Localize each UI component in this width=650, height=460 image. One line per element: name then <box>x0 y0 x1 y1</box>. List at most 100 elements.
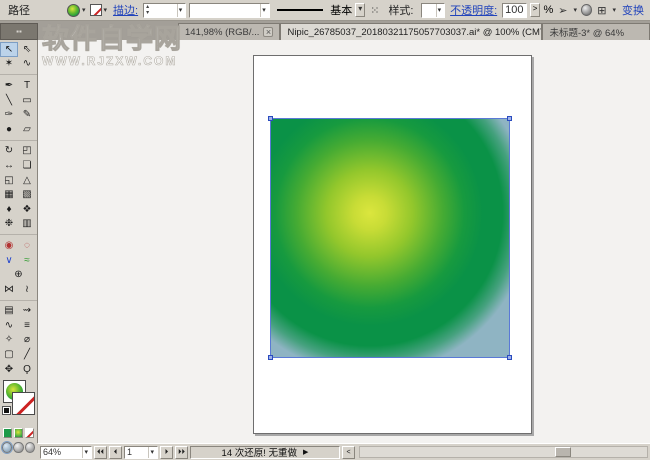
blob-brush-tool[interactable]: ● <box>0 122 18 137</box>
select-similar-icon[interactable]: ➢ <box>558 4 567 17</box>
magic-wand-tool[interactable]: ✶ <box>0 57 18 72</box>
hatch-tool[interactable]: ▤ <box>0 304 18 319</box>
opacity-link[interactable]: 不透明度: <box>450 2 497 18</box>
selection-handle-bottom-left[interactable] <box>268 355 273 360</box>
gradient-button[interactable] <box>14 428 23 438</box>
collapse-button[interactable]: < <box>342 446 355 459</box>
type-tool[interactable]: T <box>18 78 36 93</box>
live-paint-selection-tool[interactable]: ◌ <box>18 238 36 253</box>
lasso-tool[interactable]: ∿ <box>18 57 36 72</box>
width-tool[interactable]: ↔ <box>0 158 18 173</box>
curve-arrow-tool[interactable]: ⇝ <box>18 304 36 319</box>
style-combo[interactable]: ▾ <box>421 3 446 18</box>
align-tool[interactable]: ≡ <box>18 318 36 333</box>
document-tab-1[interactable]: 141,98% (RGB/... × <box>178 23 280 40</box>
pen-tool[interactable]: ✒ <box>0 78 18 93</box>
chevron-down-icon[interactable]: ▾ <box>177 4 184 17</box>
scribble-tool[interactable]: ≈ <box>18 253 36 268</box>
scrollbar-thumb[interactable] <box>555 447 571 457</box>
paint-style-buttons <box>0 426 37 440</box>
selection-handle-top-left[interactable] <box>268 116 273 121</box>
none-button[interactable] <box>25 428 34 438</box>
toolbox-header[interactable]: ▪▪ <box>0 23 38 40</box>
symbol-sprayer-tool[interactable]: ❉ <box>0 217 18 232</box>
chevron-down-icon[interactable]: ▾ <box>103 6 109 14</box>
slice-tool[interactable]: ▢ <box>0 347 18 362</box>
color-button[interactable] <box>3 428 12 438</box>
document-tab-3[interactable]: 未标题-3* @ 64% <box>542 23 650 40</box>
screen-mode-full-button[interactable] <box>25 442 35 453</box>
mesh-tool[interactable]: ▦ <box>0 187 18 202</box>
screen-mode-menu-button[interactable] <box>13 442 23 453</box>
opacity-input[interactable]: 100 <box>502 3 527 18</box>
chevron-down-icon[interactable]: ▾ <box>82 447 89 458</box>
illustrator-window: 路径 ▾ ▾ 描边: ▴▾ ▾ ▾ 基本 ▾ ⁙ 样式: ▾ 不透明度: 10 <box>0 0 650 460</box>
brush-combo-button[interactable]: ▾ <box>355 3 365 17</box>
pencil-tool[interactable]: ✎ <box>18 107 36 122</box>
selection-tool[interactable]: ↖ <box>0 42 18 57</box>
canvas-area[interactable] <box>38 40 650 443</box>
default-fill-stroke-icon[interactable] <box>2 406 11 415</box>
artboard-tool[interactable]: ⊕ <box>10 267 28 282</box>
chevron-down-icon[interactable]: ▾ <box>260 4 267 17</box>
transform-link[interactable]: 变换 <box>622 2 644 18</box>
stroke-swatch[interactable] <box>12 392 35 415</box>
rectangle-tool[interactable]: ▭ <box>18 93 36 108</box>
perspective-grid-tool[interactable]: △ <box>18 173 36 188</box>
blend-tool[interactable]: ❖ <box>18 202 36 217</box>
selection-handle-bottom-right[interactable] <box>507 355 512 360</box>
line-tool[interactable]: ╲ <box>0 93 18 108</box>
eyedropper-tool[interactable]: ♦ <box>0 202 18 217</box>
chevron-down-icon[interactable]: ▾ <box>148 447 155 458</box>
direct-selection-tool[interactable]: ⇖ <box>18 42 36 57</box>
prev-page-button[interactable]: ⏴ <box>109 446 122 459</box>
zoom-tool[interactable]: Ϙ <box>18 362 36 377</box>
select-behind-tool[interactable]: ∨ <box>0 253 18 268</box>
page-number-combo[interactable]: 1 ▾ <box>124 446 158 459</box>
rotate-tool[interactable]: ↻ <box>0 144 18 159</box>
horizontal-scrollbar[interactable] <box>359 446 648 458</box>
knife-tool[interactable]: ╱ <box>18 347 36 362</box>
chevron-down-icon[interactable]: ▾ <box>611 6 617 14</box>
chevron-down-icon[interactable]: ▾ <box>572 6 578 14</box>
stroke-color-button[interactable]: ▾ <box>90 4 109 16</box>
tab-label: Nipic_26785037_20180321175057703037.ai* … <box>287 27 542 38</box>
last-page-button[interactable]: ⏵⏵ <box>175 446 188 459</box>
stroke-none-icon <box>90 4 102 16</box>
selected-gradient-rectangle[interactable] <box>271 119 509 357</box>
status-field[interactable]: 14 次还原! 无重做 ▶ <box>190 446 340 459</box>
gradient-tool[interactable]: ▧ <box>18 187 36 202</box>
document-tab-2-active[interactable]: Nipic_26785037_20180321175057703037.ai* … <box>280 23 542 40</box>
hand-tool[interactable]: ✥ <box>0 362 18 377</box>
shape-builder-tool[interactable]: ◱ <box>0 173 18 188</box>
reshape-tool[interactable]: ≀ <box>18 282 36 297</box>
opacity-step-button[interactable]: > <box>530 3 541 17</box>
chevron-down-icon[interactable]: ▾ <box>81 6 87 14</box>
close-icon[interactable]: × <box>263 27 273 37</box>
warp-tool[interactable]: ⋈ <box>0 282 18 297</box>
width-profile-combo[interactable]: ▾ <box>189 3 269 18</box>
scale-tool[interactable]: ◰ <box>18 144 36 159</box>
squiggle-tool[interactable]: ∿ <box>0 318 18 333</box>
align-grid-icon[interactable]: ⊞ <box>597 4 606 17</box>
measure-eyedropper-tool[interactable]: ✧ <box>0 333 18 348</box>
chevron-down-icon[interactable]: ▾ <box>436 4 443 17</box>
stroke-link[interactable]: 描边: <box>113 2 138 18</box>
live-paint-bucket-tool[interactable]: ◉ <box>0 238 18 253</box>
first-page-button[interactable]: ⏴⏴ <box>94 446 107 459</box>
free-transform-tool[interactable]: ❏ <box>18 158 36 173</box>
eraser-tool[interactable]: ▱ <box>18 122 36 137</box>
brush-options-icon[interactable]: ⁙ <box>370 4 379 17</box>
recolor-artwork-icon[interactable] <box>581 4 592 16</box>
next-page-button[interactable]: ⏵ <box>160 446 173 459</box>
screen-mode-normal-button[interactable] <box>2 442 12 453</box>
graph-tool[interactable]: ▥ <box>18 217 36 232</box>
status-expand-icon[interactable]: ▶ <box>303 448 308 456</box>
stepper-icon[interactable]: ▴▾ <box>146 4 149 16</box>
paintbrush-tool[interactable]: ✑ <box>0 107 18 122</box>
measure-tool[interactable]: ⌀ <box>18 333 36 348</box>
fill-color-button[interactable]: ▾ <box>67 4 87 17</box>
selection-handle-top-right[interactable] <box>507 116 512 121</box>
zoom-level-combo[interactable]: 64% ▾ <box>40 446 92 459</box>
stroke-weight-combo[interactable]: ▴▾ ▾ <box>143 3 186 18</box>
